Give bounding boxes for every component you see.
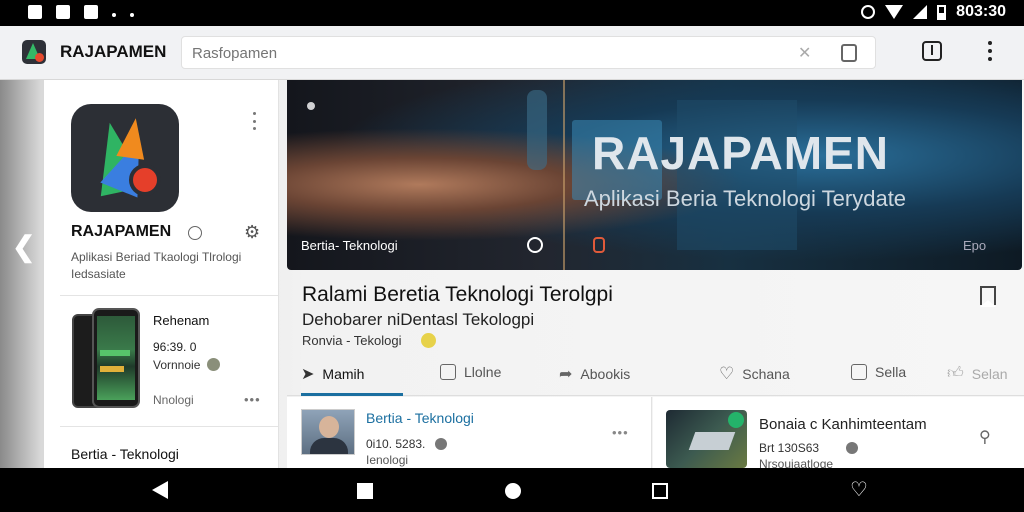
app-bar: RAJAPAMEN ✕ [0,26,1024,80]
list-item[interactable]: Bonaia c Kanhimteentam Brt 130S63 Nrsoui… [653,397,1024,471]
bookmark-icon [851,364,867,380]
square-icon[interactable] [357,483,373,499]
tab-abookis[interactable]: ➦ Abookis [559,364,630,384]
tab-label: Abookis [580,366,631,382]
notification-icons [28,5,134,19]
card-title[interactable]: Rehenam [153,313,209,328]
system-icons: 803:30 [861,3,1006,21]
tab-mamih[interactable]: ➤ Mamih [301,364,364,384]
tab-label: Mamih [322,366,365,382]
info-icon[interactable] [527,237,543,253]
item-number: 0i10. 5283. [366,437,426,451]
status-bar: 803:30 [0,0,1024,26]
app-title: RAJAPAMEN [60,42,167,61]
dot-icon [112,12,116,17]
emoji-icon [421,333,436,348]
share-arrow-icon: ➦ [559,366,573,383]
hero-banner[interactable]: RAJAPAMEN Aplikasi Beria Teknologi Teryd… [287,80,1022,270]
article-subtitle: Dehobarer niDentasl Tekologpi [302,310,535,329]
action-tabs: ➤ Mamih Llolne ➦ Abookis ♡ Schana Sella … [287,356,1024,396]
card-subtitle: Vornnoie [153,358,201,372]
more-vert-icon[interactable] [253,112,257,130]
divider [60,426,278,427]
navigation-bar: ♡ [0,468,1024,512]
share-icon[interactable] [922,41,942,61]
list-item[interactable]: Bertia - Teknologi 0i10. 5283. Ienologi … [287,397,652,468]
search-input[interactable] [192,43,772,63]
card-tag: Nnologi [153,393,194,407]
more-horiz-icon[interactable]: ••• [244,392,261,407]
alarm-icon [861,5,876,19]
tab-label: Llolne [464,364,502,380]
card-number: 96:39. 0 [153,340,197,354]
hero-title: RAJAPAMEN [592,127,889,179]
divider [60,295,278,296]
app-logo-icon[interactable] [22,40,46,64]
chevron-left-icon[interactable]: ❮ [12,230,35,263]
tab-label: Schana [742,366,790,382]
thumb-up-icon: 👍︎ [947,365,964,382]
app-logo-large-icon [71,104,179,212]
heart-icon[interactable]: ♡ [850,480,868,500]
hero-right-tag: Epo [963,238,987,253]
back-icon[interactable] [152,481,168,499]
close-icon[interactable]: ✕ [798,43,811,63]
person-icon[interactable]: ⚲ [979,427,991,447]
app-description: Aplikasi Beriad Tkaologi Tlrologi Iedsas… [71,250,242,281]
dot-icon [130,12,134,17]
item-number: Brt 130S63 [759,441,820,455]
status-time: 803:30 [956,3,1006,20]
tag-icon[interactable] [841,44,857,62]
signal-icon [913,5,928,19]
item-title[interactable]: Bertia - Teknologi [366,410,474,426]
tab-selan[interactable]: 👍︎ Selan [947,364,1008,383]
battery-icon [937,4,947,20]
avatar [301,409,355,455]
emoji-icon [846,442,858,454]
info-icon[interactable] [188,226,202,240]
tab-llolne[interactable]: Llolne [440,364,501,380]
emoji-icon [435,438,447,450]
app-info-panel: RAJAPAMEN ⚙ Aplikasi Beriad Tkaologi Tlr… [44,80,279,468]
send-icon: ➤ [301,366,315,383]
tab-label: Sella [875,364,907,380]
tab-schana[interactable]: ♡ Schana [719,364,790,384]
wifi-icon [885,5,904,19]
tab-label: Selan [971,365,1008,382]
indicator-icon [307,102,315,110]
recents-icon[interactable] [652,483,668,499]
tab-indicator [301,393,403,396]
gear-icon[interactable]: ⚙ [244,222,260,243]
article-meta: Ronvia - Tekologi [302,333,402,348]
item-subtitle: Ienologi [366,453,409,467]
record-icon[interactable] [593,237,605,253]
tab-sella[interactable]: Sella [851,364,906,380]
phone-image[interactable] [72,308,142,410]
search-box[interactable]: ✕ [181,36,876,69]
notification-icon [28,5,42,19]
hero-subtitle: Aplikasi Beria Teknologi Terydate [584,186,907,211]
hero-tag: Bertia- Teknologi [301,238,398,253]
category-label[interactable]: Bertia - Teknologi [71,446,179,462]
home-icon[interactable] [505,483,521,499]
item-title[interactable]: Bonaia c Kanhimteentam [759,416,927,433]
emoji-icon [207,358,220,371]
thumbnail-image [666,410,747,468]
app-name: RAJAPAMEN [71,223,172,240]
more-horiz-icon[interactable]: ••• [612,425,629,440]
more-vert-icon[interactable] [988,41,992,61]
bookmark-icon[interactable] [980,286,996,307]
article-title: Ralami Beretia Teknologi Terolgpi [302,283,613,306]
message-icon [56,5,70,19]
comment-icon [440,364,456,380]
heart-icon: ♡ [719,364,735,383]
gallery-icon [84,5,98,19]
